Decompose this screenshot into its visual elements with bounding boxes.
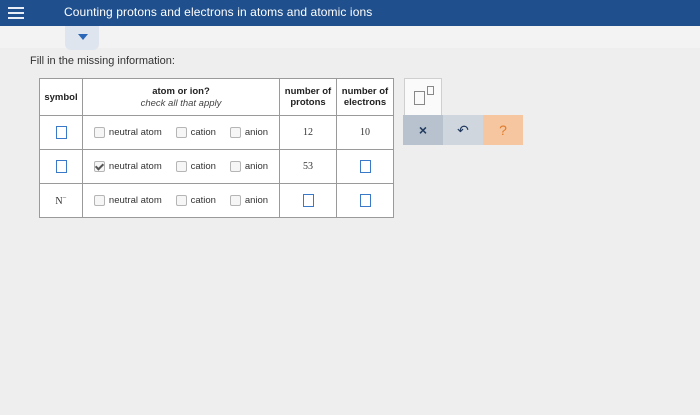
cation-checkbox[interactable]: cation (175, 195, 216, 206)
header-protons: number of protons (279, 78, 337, 116)
header-atom-or-ion-title: atom or ion? (152, 85, 210, 97)
chevron-down-icon (78, 34, 88, 40)
table-row: neutral atom cation anion 12 10 (39, 115, 394, 150)
action-bar: × ↶ ? (403, 115, 523, 145)
protons-value: 53 (303, 161, 313, 172)
header-electrons: number of electrons (336, 78, 394, 116)
app-title: Counting protons and electrons in atoms … (64, 5, 373, 19)
header-atom-or-ion: atom or ion? check all that apply (82, 78, 280, 116)
answer-table: symbol atom or ion? check all that apply… (39, 78, 394, 218)
checkbox-icon[interactable] (229, 127, 241, 138)
neutral-checkbox[interactable]: neutral atom (93, 161, 162, 172)
atom-ion-cell: neutral atom cation anion (82, 183, 280, 218)
cation-checkbox[interactable]: cation (175, 161, 216, 172)
electrons-cell (336, 183, 394, 218)
cation-checkbox[interactable]: cation (175, 127, 216, 138)
table-row: neutral atom cation anion 53 (39, 149, 394, 184)
protons-cell: 53 (279, 149, 337, 184)
symbol-cell (39, 115, 83, 150)
atom-ion-cell: neutral atom cation anion (82, 115, 280, 150)
header-strip (0, 26, 700, 48)
undo-button[interactable]: ↶ (443, 115, 483, 145)
anion-checkbox[interactable]: anion (229, 161, 268, 172)
checkbox-icon[interactable] (175, 195, 187, 206)
checkbox-icon[interactable] (93, 127, 105, 138)
question-prompt: Fill in the missing information: (30, 55, 175, 67)
checkbox-checked-icon[interactable] (93, 161, 105, 172)
electrons-cell (336, 149, 394, 184)
menu-icon[interactable] (8, 4, 24, 20)
checkbox-icon[interactable] (175, 161, 187, 172)
help-button[interactable]: ? (483, 115, 523, 145)
anion-checkbox[interactable]: anion (229, 195, 268, 206)
table-row: N− neutral atom cation anion (39, 183, 394, 218)
symbol-input[interactable] (55, 160, 67, 173)
base-box-icon (414, 91, 425, 105)
electrons-cell: 10 (336, 115, 394, 150)
atom-ion-cell: neutral atom cation anion (82, 149, 280, 184)
protons-cell (279, 183, 337, 218)
app-header: Counting protons and electrons in atoms … (0, 0, 700, 26)
symbol-cell: N− (39, 183, 83, 218)
table-header-row: symbol atom or ion? check all that apply… (39, 78, 394, 116)
superscript-tool-button[interactable] (404, 78, 442, 116)
neutral-checkbox[interactable]: neutral atom (93, 195, 162, 206)
symbol-cell (39, 149, 83, 184)
header-symbol: symbol (39, 78, 83, 116)
neutral-checkbox[interactable]: neutral atom (93, 127, 162, 138)
checkbox-icon[interactable] (175, 127, 187, 138)
superscript-box-icon (427, 86, 434, 95)
symbol-input[interactable] (55, 126, 67, 139)
checkbox-icon[interactable] (229, 195, 241, 206)
collapse-toggle[interactable] (65, 26, 99, 50)
clear-button[interactable]: × (403, 115, 443, 145)
checkbox-icon[interactable] (229, 161, 241, 172)
header-atom-or-ion-sub: check all that apply (140, 97, 222, 109)
protons-input[interactable] (302, 194, 314, 207)
protons-cell: 12 (279, 115, 337, 150)
anion-checkbox[interactable]: anion (229, 127, 268, 138)
symbol-value: N− (55, 193, 67, 208)
charge-superscript: − (62, 193, 67, 202)
checkbox-icon[interactable] (93, 195, 105, 206)
electrons-value: 10 (360, 127, 370, 138)
protons-value: 12 (303, 127, 313, 138)
electrons-input[interactable] (359, 194, 371, 207)
electrons-input[interactable] (359, 160, 371, 173)
